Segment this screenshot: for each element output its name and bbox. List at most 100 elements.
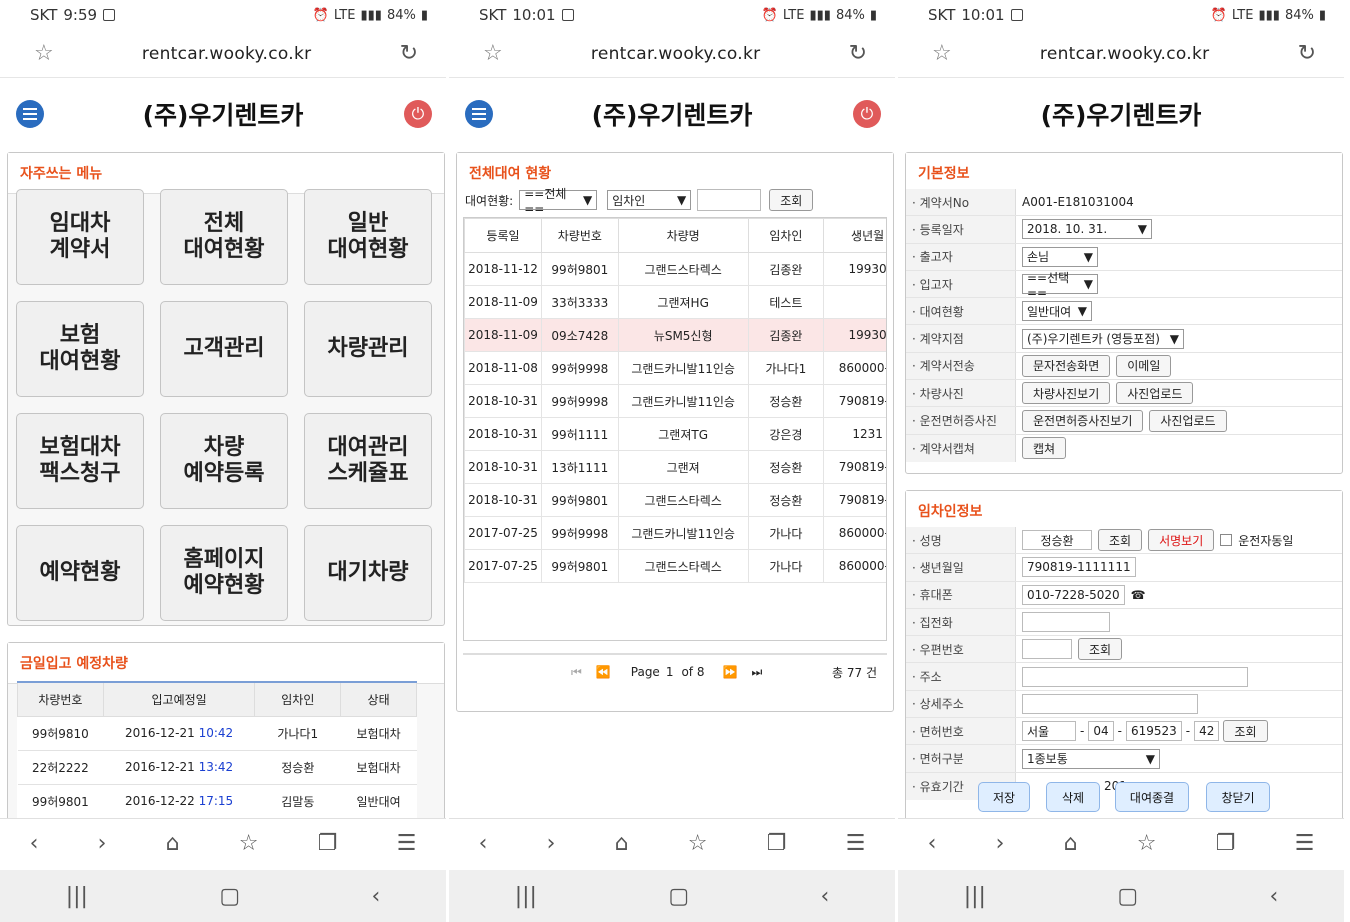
address-input[interactable]	[1022, 666, 1248, 687]
menu-icon[interactable]: ☰	[397, 831, 417, 856]
table-row[interactable]: 2018-10-31 99허1111 그랜져TG 강은경 1231	[464, 417, 886, 451]
rental-status-select[interactable]: 일반대여 ▼	[1022, 301, 1092, 322]
table-row[interactable]: 2018-11-12 99허9801 그랜드스타렉스 김종완 19930	[464, 252, 886, 286]
search-button[interactable]: 조회	[769, 189, 814, 211]
forward-icon[interactable]: ›	[98, 831, 107, 856]
home-icon[interactable]: ⌂	[166, 831, 180, 856]
in-person-select[interactable]: ==선택== ▼	[1022, 271, 1098, 300]
url-text[interactable]: rentcar.wooky.co.kr	[1040, 44, 1209, 64]
view-signature-button[interactable]: 서명보기	[1148, 529, 1215, 552]
tabs-icon[interactable]: ❐	[318, 831, 338, 856]
home-button-icon[interactable]: ▢	[668, 884, 689, 909]
table-row[interactable]: 99허9810 2016-12-21 10:42 가나다1 보험대차	[17, 716, 417, 751]
reload-icon[interactable]: ↻	[1298, 41, 1316, 66]
home-button-icon[interactable]: ▢	[1117, 884, 1138, 909]
name-search-button[interactable]: 조회	[1098, 529, 1143, 552]
same-driver-checkbox[interactable]	[1220, 534, 1233, 547]
delete-button[interactable]: 삭제	[1046, 782, 1100, 812]
phone-icon[interactable]: ☎	[1131, 588, 1146, 602]
forward-icon[interactable]: ›	[547, 831, 556, 856]
tile-waiting-vehicles[interactable]: 대기차량	[304, 525, 432, 621]
menu-icon[interactable]: ☰	[1295, 831, 1315, 856]
view-license-photo-button[interactable]: 운전면허증사진보기	[1022, 409, 1144, 432]
license-part3-input[interactable]: 619523	[1125, 721, 1182, 742]
status-filter-select[interactable]: ==전체== ▼	[519, 187, 598, 216]
license-part2-input[interactable]: 04	[1088, 721, 1114, 742]
bookmark-star-icon[interactable]: ☆	[932, 41, 952, 66]
detail-address-input[interactable]	[1022, 693, 1198, 714]
tile-all-rentals[interactable]: 전체 대여현황	[160, 189, 288, 285]
license-search-button[interactable]: 조회	[1223, 720, 1268, 743]
reg-date-select[interactable]: 2018. 10. 31. ▼	[1022, 219, 1152, 240]
end-rental-button[interactable]: 대여종결	[1115, 782, 1189, 812]
tile-rental-schedule[interactable]: 대여관리 스케쥴표	[304, 413, 432, 509]
bookmarks-icon[interactable]: ☆	[239, 831, 259, 856]
close-window-button[interactable]: 창닫기	[1206, 782, 1270, 812]
zip-input[interactable]	[1022, 639, 1072, 660]
rentals-table-wrap[interactable]: 등록일 차량번호 차량명 임차인 생년월 2018-11-12 99허9801 그랜…	[463, 217, 887, 641]
tabs-icon[interactable]: ❐	[767, 831, 787, 856]
tabs-icon[interactable]: ❐	[1216, 831, 1236, 856]
out-person-select[interactable]: 손님 ▼	[1022, 246, 1098, 267]
renter-field-select[interactable]: 임차인 ▼	[607, 190, 692, 210]
first-page-icon[interactable]: ⏮	[571, 665, 582, 680]
prev-page-icon[interactable]: ⏪	[596, 665, 611, 679]
menu-list-icon[interactable]	[465, 100, 493, 128]
back-icon[interactable]: ‹	[479, 831, 488, 856]
home-button-icon[interactable]: ▢	[219, 884, 240, 909]
table-row[interactable]: 2018-10-3113하1111그랜져정승환790819-1	[464, 450, 886, 484]
name-input[interactable]: 정승환	[1022, 530, 1092, 551]
page-number-input[interactable]: 1	[666, 665, 674, 679]
tile-vehicle-mgmt[interactable]: 차량관리	[304, 301, 432, 397]
license-part4-input[interactable]: 42	[1194, 721, 1220, 742]
tile-homepage-reservations[interactable]: 홈페이지 예약현황	[160, 525, 288, 621]
back-icon[interactable]: ‹	[30, 831, 39, 856]
next-page-icon[interactable]: ⏩	[722, 665, 737, 679]
phone-input[interactable]: 010-7228-5020	[1022, 584, 1125, 605]
table-row[interactable]: 99허9801 2016-12-22 17:15 김말동 일반대여	[17, 784, 417, 819]
table-row[interactable]: 2017-07-2599허9801그랜드스타렉스가나다860000-0	[464, 549, 886, 583]
branch-select[interactable]: (주)우기렌트카 (영등포점) ▼	[1022, 328, 1184, 349]
home-icon[interactable]: ⌂	[615, 831, 629, 856]
table-row[interactable]: 2018-11-0899허9998그랜드카니발11인승가나다1860000-0	[464, 351, 886, 385]
tile-insurance-rentals[interactable]: 보험 대여현황	[16, 301, 144, 397]
license-type-select[interactable]: 1종보통 ▼	[1022, 748, 1160, 769]
tile-general-rentals[interactable]: 일반 대여현황	[304, 189, 432, 285]
back-icon[interactable]: ‹	[928, 831, 937, 856]
table-row[interactable]: 22허2222 2016-12-21 13:42 정승환 보험대차	[17, 750, 417, 785]
home-phone-input[interactable]	[1022, 612, 1110, 633]
back-button-icon[interactable]: ‹	[371, 884, 380, 909]
view-vehicle-photo-button[interactable]: 차량사진보기	[1022, 382, 1111, 405]
sms-send-button[interactable]: 문자전송화면	[1022, 354, 1111, 377]
menu-icon[interactable]: ☰	[846, 831, 866, 856]
table-row[interactable]: 2018-11-09 33허3333 그랜져HG 테스트	[464, 285, 886, 319]
back-button-icon[interactable]: ‹	[1269, 884, 1278, 909]
home-icon[interactable]: ⌂	[1064, 831, 1078, 856]
recents-icon[interactable]: |||	[964, 884, 986, 909]
bookmarks-icon[interactable]: ☆	[688, 831, 708, 856]
recents-icon[interactable]: |||	[66, 884, 88, 909]
upload-vehicle-photo-button[interactable]: 사진업로드	[1116, 382, 1194, 405]
save-button[interactable]: 저장	[978, 782, 1030, 812]
capture-button[interactable]: 캡쳐	[1022, 437, 1067, 460]
reload-icon[interactable]: ↻	[400, 41, 418, 66]
forward-icon[interactable]: ›	[996, 831, 1005, 856]
email-send-button[interactable]: 이메일	[1116, 354, 1172, 377]
power-icon[interactable]: ⏻	[404, 100, 432, 128]
table-row-selected[interactable]: 2018-11-09 09소7428 뉴SM5신형 김종완 19930	[464, 318, 886, 352]
tile-customer-mgmt[interactable]: 고객관리	[160, 301, 288, 397]
table-row[interactable]: 2018-10-3199허9998그랜드카니발11인승정승환790819-1	[464, 384, 886, 418]
reload-icon[interactable]: ↻	[849, 41, 867, 66]
table-row[interactable]: 2017-07-2599허9998그랜드카니발11인승가나다860000-0	[464, 516, 886, 550]
bookmark-star-icon[interactable]: ☆	[483, 41, 503, 66]
power-icon[interactable]: ⏻	[853, 100, 881, 128]
bookmarks-icon[interactable]: ☆	[1137, 831, 1157, 856]
search-input[interactable]	[697, 189, 762, 211]
recents-icon[interactable]: |||	[515, 884, 537, 909]
tile-lease-contract[interactable]: 임대차 계약서	[16, 189, 144, 285]
birth-input[interactable]: 790819-1111111	[1022, 557, 1136, 578]
menu-list-icon[interactable]	[16, 100, 44, 128]
last-page-icon[interactable]: ⏭	[751, 665, 762, 680]
table-row[interactable]: 2018-10-3199허9801그랜드스타렉스정승환790819-1	[464, 483, 886, 517]
tile-insurance-fax[interactable]: 보험대차 팩스청구	[16, 413, 144, 509]
